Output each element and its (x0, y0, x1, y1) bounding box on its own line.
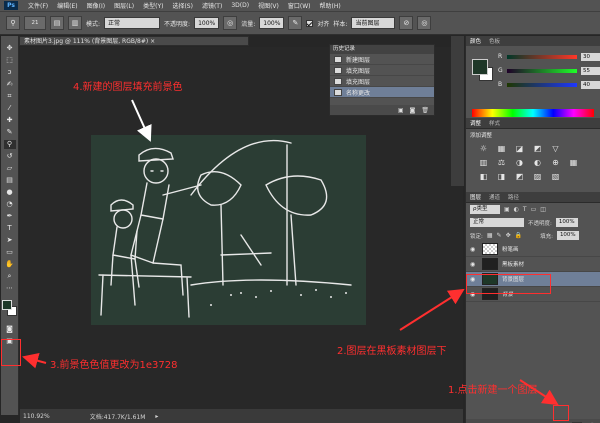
foreground-color-swatch[interactable] (1, 300, 12, 310)
annotation-step-1: 1.点击新建一个图层 (448, 385, 538, 396)
photoshop-window: Ps 文件(F) 编辑(E) 图像(I) 图层(L) 类型(Y) 选择(S) 滤… (0, 0, 600, 423)
arrow-to-artwork (131, 99, 152, 142)
annotation-step-2: 2.图层在黑板素材图层下 (337, 346, 447, 357)
annotation-step-4: 4.新建的图层填充前景色 (73, 82, 183, 93)
arrow-to-layer (399, 288, 465, 331)
arrow-to-swatch (22, 352, 47, 369)
color-panel-foreground[interactable] (472, 59, 488, 75)
annotation-step-3: 3.前景色色值更改为1e3728 (50, 360, 178, 371)
